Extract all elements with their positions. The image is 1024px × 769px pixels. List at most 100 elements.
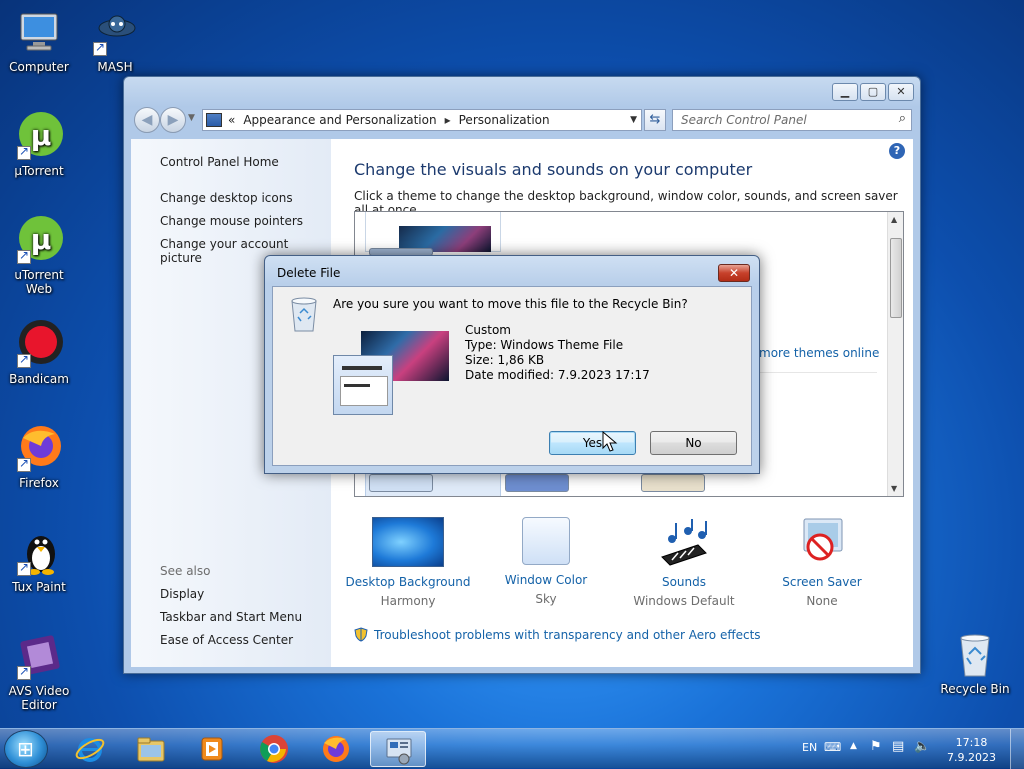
desktop-icon-tux-paint[interactable]: Tux Paint (0, 528, 78, 594)
change-mouse-pointers-link[interactable]: Change mouse pointers (160, 214, 303, 228)
desktop-icon-utorrent[interactable]: µ µTorrent (0, 112, 78, 178)
taskbar-start-menu-link[interactable]: Taskbar and Start Menu (160, 610, 302, 624)
clock-date: 7.9.2023 (947, 751, 996, 764)
dialog-close-button[interactable]: ✕ (718, 264, 750, 282)
sounds-icon (648, 517, 720, 567)
file-explorer-icon (137, 737, 165, 762)
file-type: Type: Windows Theme File (465, 338, 624, 352)
get-more-themes-link[interactable]: more themes online (759, 346, 879, 360)
shortcut-arrow-icon (17, 456, 31, 472)
address-bar[interactable]: « Appearance and Personalization ▸ Perso… (202, 109, 642, 131)
sounds-label[interactable]: Sounds (614, 575, 754, 589)
display-link[interactable]: Display (160, 587, 204, 601)
action-center-flag-icon[interactable]: ⚑ (870, 739, 882, 754)
sounds-tile[interactable]: Sounds Windows Default (614, 517, 754, 608)
svg-text:µ: µ (31, 223, 52, 256)
theme-color-swatch (369, 474, 433, 492)
desktop-icon-label: Firefox (19, 476, 59, 490)
file-size: Size: 1,86 KB (465, 353, 545, 367)
search-input[interactable]: Search Control Panel ⌕ (672, 109, 912, 131)
breadcrumb-item-appearance[interactable]: Appearance and Personalization (243, 113, 436, 127)
desktop-icon-label: µTorrent (14, 164, 64, 178)
delete-file-dialog: Delete File ✕ Are you sure you want to m… (264, 255, 760, 474)
control-panel-home-link[interactable]: Control Panel Home (160, 155, 279, 169)
change-desktop-icons-link[interactable]: Change desktop icons (160, 191, 293, 205)
desktop-background-icon (372, 517, 444, 567)
minimize-button[interactable]: ▁ (832, 83, 858, 101)
desktop-icon-recycle-bin[interactable]: Recycle Bin (936, 630, 1014, 696)
desktop-icon-label: uTorrent Web (14, 268, 64, 296)
ease-of-access-link[interactable]: Ease of Access Center (160, 633, 293, 647)
theme-list-divider (759, 372, 877, 373)
recent-pages-chevron-icon[interactable]: ▼ (188, 113, 195, 123)
network-icon[interactable]: ▤ (892, 739, 904, 754)
help-icon[interactable]: ? (889, 143, 905, 159)
theme-color-swatch (641, 474, 705, 492)
scrollbar-thumb[interactable] (890, 238, 902, 318)
computer-icon (15, 8, 63, 56)
search-icon[interactable]: ⌕ (899, 111, 906, 126)
taskbar-control-panel[interactable] (370, 731, 426, 767)
screen-saver-label[interactable]: Screen Saver (752, 575, 892, 589)
film-strip-icon (15, 632, 63, 680)
file-preview (333, 327, 449, 415)
taskbar-file-explorer[interactable] (123, 731, 179, 767)
troubleshoot-link[interactable]: Troubleshoot problems with transparency … (374, 628, 761, 642)
troubleshoot-link-row[interactable]: Troubleshoot problems with transparency … (354, 627, 761, 642)
window-controls: ▁ ▢ ✕ (832, 83, 914, 101)
keyboard-icon[interactable]: ⌨ (824, 740, 841, 754)
taskbar-chrome[interactable] (246, 731, 302, 767)
theme-list-scrollbar[interactable]: ▲ ▼ (887, 212, 903, 496)
sounds-value: Windows Default (633, 594, 735, 608)
shortcut-arrow-icon (17, 560, 31, 576)
window-color-value: Sky (535, 592, 557, 606)
desktop-icon-computer[interactable]: Computer (0, 8, 78, 74)
address-dropdown-icon[interactable]: ▼ (630, 115, 637, 125)
desktop-icon-label: AVS Video Editor (8, 684, 70, 712)
no-button[interactable]: No (650, 431, 737, 455)
desktop-icon-firefox[interactable]: Firefox (0, 424, 78, 490)
taskbar-media-player[interactable] (184, 731, 240, 767)
clock[interactable]: 17:18 7.9.2023 (947, 735, 996, 765)
bandicam-icon (15, 320, 63, 368)
show-hidden-icons-icon[interactable]: ▲ (850, 741, 857, 751)
window-color-label[interactable]: Window Color (476, 573, 616, 587)
desktop-icon-avs-video-editor[interactable]: AVS Video Editor (0, 632, 78, 712)
start-button[interactable] (4, 730, 48, 768)
show-desktop-button[interactable] (1010, 729, 1024, 769)
system-tray: EN ⌨ ▲ ⚑ ▤ 🔈 17:18 7.9.2023 (794, 729, 1024, 769)
shortcut-arrow-icon (17, 248, 31, 264)
back-button[interactable]: ◀ (134, 107, 160, 133)
desktop-icon-utorrent-web[interactable]: µ uTorrent Web (0, 216, 78, 296)
clock-time: 17:18 (955, 736, 988, 749)
desktop-background-tile[interactable]: Desktop Background Harmony (338, 517, 478, 608)
window-color-tile[interactable]: Window Color Sky (476, 517, 616, 606)
breadcrumb-item-personalization[interactable]: Personalization (459, 113, 550, 127)
taskbar-internet-explorer[interactable] (62, 731, 118, 767)
language-indicator[interactable]: EN (802, 741, 817, 754)
desktop-background-label[interactable]: Desktop Background (338, 575, 478, 589)
dialog-body: Are you sure you want to move this file … (272, 286, 752, 466)
close-button[interactable]: ✕ (888, 83, 914, 101)
scroll-down-icon[interactable]: ▼ (891, 484, 897, 493)
screen-saver-tile[interactable]: Screen Saver None (752, 517, 892, 608)
recycle-bin-icon (951, 630, 999, 678)
desktop-icon-label: Bandicam (9, 372, 69, 386)
scroll-up-icon[interactable]: ▲ (891, 215, 897, 224)
taskbar-firefox[interactable] (308, 731, 364, 767)
shield-icon (354, 627, 368, 642)
mouse-cursor-icon (602, 430, 618, 453)
utorrent-web-icon: µ (15, 216, 63, 264)
breadcrumb-separator-icon[interactable]: ▸ (445, 113, 451, 127)
yes-button[interactable]: Yes (549, 431, 636, 455)
window-color-icon (522, 517, 570, 565)
desktop-icon-label: Recycle Bin (940, 682, 1010, 696)
maximize-button[interactable]: ▢ (860, 83, 886, 101)
forward-button[interactable]: ▶ (160, 107, 186, 133)
screen-saver-value: None (806, 594, 838, 608)
volume-muted-icon[interactable]: 🔈 (914, 739, 930, 754)
breadcrumb-overflow[interactable]: « (228, 113, 235, 127)
desktop-icon-bandicam[interactable]: Bandicam (0, 320, 78, 386)
refresh-button[interactable]: ⇆ (644, 109, 666, 131)
desktop-icon-mash[interactable]: MASH (76, 8, 154, 74)
